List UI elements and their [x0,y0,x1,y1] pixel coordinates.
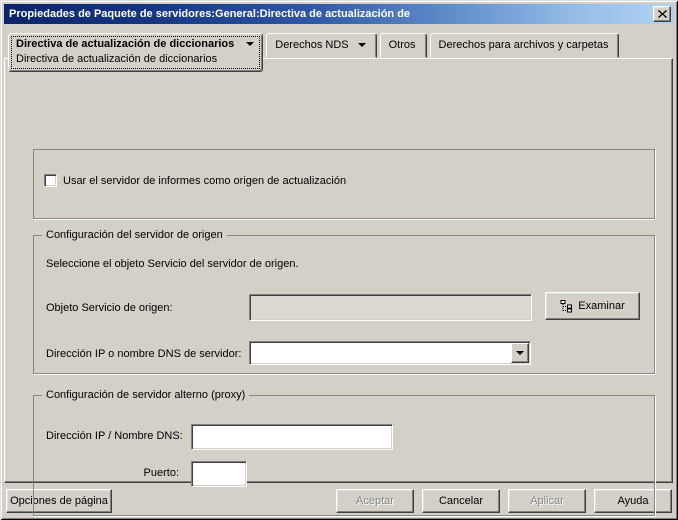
report-source-checkbox-label: Usar el servidor de informes como origen… [63,174,347,187]
tab-derechos-archivos-label: Derechos para archivos y carpetas [438,39,609,51]
report-source-checkbox-row[interactable]: Usar el servidor de informes como origen… [44,174,346,187]
browse-button-label: Examinar [578,300,625,312]
active-tab-label: Directiva de actualización de diccionari… [16,38,235,50]
source-object-label: Objeto Servicio de origen: [46,302,173,314]
proxy-port-label: Puerto: [143,467,179,479]
proxy-group-title: Configuración de servidor alterno (proxy… [42,389,250,401]
active-tab-sublabel: Directiva de actualización de diccionari… [16,53,218,65]
close-icon [657,10,667,18]
server-address-combobox[interactable] [249,341,531,365]
tab-otros[interactable]: Otros [379,33,427,58]
properties-dialog: Propiedades de Paquete de servidores:Gen… [0,0,678,520]
proxy-port-field[interactable] [191,461,247,487]
tab-active-directiva[interactable]: Directiva de actualización de diccionari… [8,33,264,72]
tab-dropdown-icon[interactable] [357,43,366,47]
tab-otros-label: Otros [388,39,416,51]
tab-derechos-nds[interactable]: Derechos NDS [266,33,377,58]
chevron-down-icon [516,351,524,355]
close-button[interactable] [653,6,671,22]
report-source-checkbox[interactable] [44,174,57,187]
window-title: Propiedades de Paquete de servidores:Gen… [9,8,411,20]
source-object-field [249,294,532,321]
proxy-address-label: Dirección IP / Nombre DNS: [46,430,183,442]
tab-derechos-nds-label: Derechos NDS [275,39,349,51]
browse-tree-icon [560,299,573,312]
tab-dropdown-icon[interactable] [246,42,255,46]
source-server-instruction: Seleccione el objeto Servicio del servid… [46,258,299,270]
source-server-groupbox: Configuración del servidor de origen Sel… [33,229,655,374]
server-address-combo-input[interactable] [251,343,510,363]
tab-strip: Directiva de actualización de diccionari… [8,33,622,72]
title-bar: Propiedades de Paquete de servidores:Gen… [4,4,674,24]
proxy-address-field[interactable] [191,424,393,450]
tab-derechos-archivos[interactable]: Derechos para archivos y carpetas [429,33,620,58]
proxy-server-groupbox: Configuración de servidor alterno (proxy… [33,389,655,516]
source-server-group-title: Configuración del servidor de origen [42,229,227,241]
browse-button[interactable]: Examinar [545,292,640,320]
server-address-combo-dropdown-button[interactable] [511,343,529,363]
tab-content-panel: Usar el servidor de informes como origen… [4,58,673,516]
server-address-label: Dirección IP o nombre DNS de servidor: [46,348,242,360]
report-source-frame: Usar el servidor de informes como origen… [33,149,655,219]
